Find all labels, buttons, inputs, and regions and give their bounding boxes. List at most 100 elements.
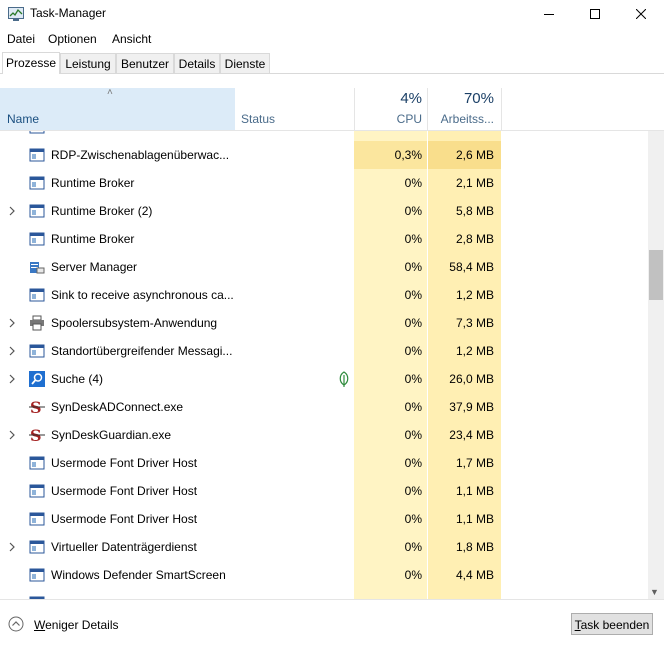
table-row[interactable]: RDP-Zwischenablagenüberwac... 0,3% 2,6 MB — [0, 141, 648, 169]
tab-dienste[interactable]: Dienste — [220, 53, 270, 73]
table-row[interactable]: Windows Defender SmartScreen 0% 4,4 MB — [0, 561, 648, 589]
tab-prozesse[interactable]: Prozesse — [2, 52, 60, 74]
column-name-label: Name — [7, 112, 40, 126]
window-title: Task-Manager — [30, 6, 107, 20]
cpu-value: 0% — [404, 288, 422, 302]
process-name: Usermode Font Driver Host — [51, 484, 198, 498]
column-status[interactable]: Status — [241, 112, 275, 126]
title-bar: Task-Manager — [0, 0, 664, 28]
tab-benutzer[interactable]: Benutzer — [116, 53, 174, 73]
close-button[interactable] — [618, 0, 664, 28]
cpu-value: 0% — [404, 512, 422, 526]
process-name: Usermode Font Driver Host — [51, 456, 198, 470]
cpu-value: 0% — [404, 204, 422, 218]
memory-value: 1,2 MB — [455, 288, 494, 302]
table-row[interactable]: Usermode Font Driver Host 0% 1,7 MB — [0, 449, 648, 477]
menu-ansicht[interactable]: Ansicht — [112, 32, 151, 46]
syndesk-icon: S — [29, 427, 45, 443]
app-window-icon — [29, 484, 45, 498]
process-name: Runtime Broker — [51, 232, 135, 246]
list-item[interactable] — [0, 589, 648, 599]
tab-details[interactable]: Details — [174, 53, 220, 73]
table-row[interactable]: Spoolersubsystem-Anwendung 0% 7,3 MB — [0, 309, 648, 337]
server-manager-icon — [30, 262, 45, 274]
app-window-icon — [29, 512, 45, 526]
app-window-icon — [29, 344, 45, 358]
task-manager-icon — [8, 7, 24, 21]
column-divider — [501, 88, 502, 130]
memory-value: 2,8 MB — [455, 232, 494, 246]
table-row[interactable]: Suche (4) 0% 26,0 MB — [0, 365, 648, 393]
expand-chevron-icon[interactable] — [8, 374, 16, 384]
cpu-value: 0% — [404, 344, 422, 358]
table-row[interactable]: Virtueller Datenträgerdienst 0% 1,8 MB — [0, 533, 648, 561]
app-window-icon — [29, 288, 45, 302]
cpu-value: 0% — [404, 260, 422, 274]
expand-chevron-icon[interactable] — [8, 346, 16, 356]
cpu-value: 0% — [404, 372, 422, 386]
memory-value: 1,8 MB — [455, 540, 494, 554]
process-name: SynDeskGuardian.exe — [51, 428, 172, 442]
menu-optionen[interactable]: Optionen — [48, 32, 97, 46]
process-name: Virtueller Datenträgerdienst — [51, 540, 197, 554]
cpu-value: 0% — [404, 568, 422, 582]
tab-leistung[interactable]: Leistung — [60, 53, 116, 73]
process-name: RDP-Zwischenablagenüberwac... — [51, 148, 230, 162]
memory-value: 2,1 MB — [455, 176, 494, 190]
memory-value: 58,4 MB — [449, 260, 494, 274]
fewer-details-link[interactable]: Weniger Details — [34, 618, 118, 632]
process-name: Sink to receive asynchronous ca... — [51, 288, 234, 302]
minimize-button[interactable] — [526, 0, 572, 28]
table-row[interactable]: Runtime Broker 0% 2,8 MB — [0, 225, 648, 253]
scrollbar-thumb[interactable] — [649, 250, 663, 300]
cpu-value: 0% — [404, 484, 422, 498]
table-row[interactable]: S SynDeskADConnect.exe 0% 37,9 MB — [0, 393, 648, 421]
cpu-value: 0% — [404, 456, 422, 470]
column-name[interactable]: ˄ Name — [0, 87, 235, 130]
maximize-icon — [590, 9, 600, 19]
table-row[interactable]: Sink to receive asynchronous ca... 0% 1,2 … — [0, 281, 648, 309]
table-row[interactable]: Runtime Broker (2) 0% 5,8 MB — [0, 197, 648, 225]
maximize-button[interactable] — [572, 0, 618, 28]
app-window-icon — [29, 131, 45, 134]
table-row[interactable]: Server Manager 0% 58,4 MB — [0, 253, 648, 281]
process-name: Suche (4) — [51, 372, 104, 386]
memory-value: 2,6 MB — [455, 148, 494, 162]
process-name: Runtime Broker (2) — [51, 204, 153, 218]
table-row[interactable]: Standortübergreifender Messagi... 0% 1,2 M… — [0, 337, 648, 365]
footer: Weniger Details Task beenden — [0, 599, 664, 648]
expand-chevron-icon[interactable] — [8, 206, 16, 216]
syndesk-icon: S — [29, 399, 45, 415]
list-item[interactable] — [0, 131, 648, 141]
table-row[interactable]: Runtime Broker 0% 2,1 MB — [0, 169, 648, 197]
app-window-icon — [29, 540, 45, 554]
cpu-value: 0% — [404, 400, 422, 414]
expand-chevron-icon[interactable] — [8, 318, 16, 328]
process-name: Spoolersubsystem-Anwendung — [51, 316, 218, 330]
column-cpu[interactable]: CPU — [354, 112, 422, 126]
process-name: Windows Defender SmartScreen — [51, 568, 226, 582]
memory-value: 1,7 MB — [455, 456, 494, 470]
column-memory[interactable]: Arbeitss... — [428, 112, 494, 126]
app-window-icon — [29, 204, 45, 218]
cpu-value: 0% — [404, 176, 422, 190]
cpu-value: 0% — [404, 428, 422, 442]
search-icon — [29, 371, 45, 387]
process-name: Runtime Broker — [51, 176, 135, 190]
memory-value: 1,1 MB — [455, 484, 494, 498]
table-row[interactable]: Usermode Font Driver Host 0% 1,1 MB — [0, 477, 648, 505]
vertical-scrollbar[interactable]: ▼ — [648, 131, 664, 599]
scroll-down-icon[interactable]: ▼ — [650, 587, 659, 597]
expand-chevron-icon[interactable] — [8, 542, 16, 552]
end-task-button[interactable]: Task beenden — [571, 613, 653, 635]
menu-datei[interactable]: Datei — [7, 32, 35, 46]
table-row[interactable]: S SynDeskGuardian.exe 0% 23,4 MB — [0, 421, 648, 449]
cpu-value: 0,3% — [394, 148, 422, 162]
table-row[interactable]: Usermode Font Driver Host 0% 1,1 MB — [0, 505, 648, 533]
memory-value: 1,1 MB — [455, 512, 494, 526]
tab-bar: Prozesse Leistung Benutzer Details Diens… — [0, 52, 664, 74]
process-name: SynDeskADConnect.exe — [51, 400, 184, 414]
app-window-icon — [29, 456, 45, 470]
expand-chevron-icon[interactable] — [8, 430, 16, 440]
collapse-chevron-icon[interactable] — [8, 616, 24, 632]
